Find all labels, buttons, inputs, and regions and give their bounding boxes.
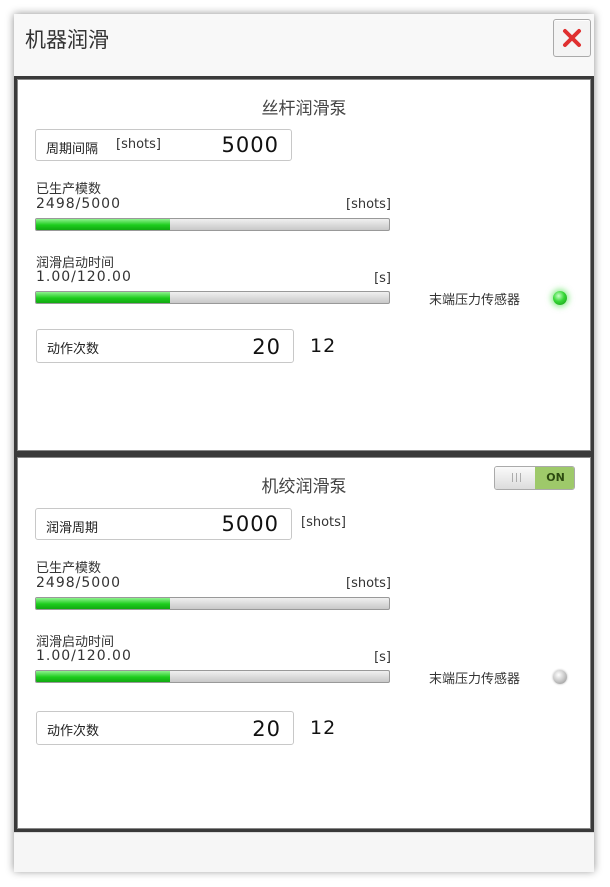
actions-label: 动作次数 <box>47 724 100 739</box>
interval-unit: [shots] <box>301 515 346 530</box>
actions-count: 12 <box>310 335 337 357</box>
lube-time-unit: [s] <box>374 271 391 286</box>
close-button[interactable] <box>553 19 591 57</box>
dialog-footer <box>14 832 594 872</box>
produced-progress-bar <box>35 597 390 610</box>
produced-progress-text: 2498/5000 <box>36 575 121 591</box>
lube-time-progress-bar <box>35 670 390 683</box>
actions-value: 20 <box>252 717 281 741</box>
lube-time-unit: [s] <box>374 650 391 665</box>
pump-enable-toggle[interactable]: ||| ON <box>494 466 575 490</box>
produced-progress-bar <box>35 218 390 231</box>
actions-field[interactable]: 动作次数 20 <box>36 329 294 363</box>
actions-label: 动作次数 <box>47 342 100 357</box>
dialog-title: 机器润滑 <box>25 28 109 52</box>
sensor-indicator-led <box>553 291 567 305</box>
progress-fill <box>36 219 171 230</box>
produced-unit: [shots] <box>346 197 391 212</box>
interval-field[interactable]: 润滑周期 5000 <box>35 508 292 540</box>
dialog-header: 机器润滑 <box>14 14 594 76</box>
close-icon <box>563 29 581 47</box>
lubrication-dialog: 机器润滑 丝杆润滑泵 周期间隔 [shots] 5000 已生产模数 2498/… <box>14 14 594 872</box>
screw-lube-pump-panel: 丝杆润滑泵 周期间隔 [shots] 5000 已生产模数 2498/5000 … <box>14 76 594 454</box>
progress-fill <box>36 598 171 609</box>
actions-value: 20 <box>252 335 281 359</box>
produced-label: 已生产模数 <box>36 561 102 576</box>
grip-icon: ||| <box>511 473 524 483</box>
end-pressure-sensor-label: 末端压力传感器 <box>429 293 521 308</box>
interval-value: 5000 <box>221 512 279 536</box>
lube-time-progress-bar <box>35 291 390 304</box>
produced-label: 已生产模数 <box>36 182 102 197</box>
lube-time-progress-text: 1.00/120.00 <box>36 648 132 664</box>
toggle-off-side: ||| <box>495 467 535 489</box>
panel-title: 丝杆润滑泵 <box>261 99 347 119</box>
produced-unit: [shots] <box>346 576 391 591</box>
interval-unit: [shots] <box>116 137 161 152</box>
lube-time-progress-text: 1.00/120.00 <box>36 269 132 285</box>
hinge-lube-pump-panel: 机绞润滑泵 ||| ON 润滑周期 5000 [shots] 已生产模数 249… <box>14 454 594 832</box>
toggle-on-label: ON <box>535 467 574 489</box>
interval-label: 润滑周期 <box>46 521 99 536</box>
interval-label: 周期间隔 <box>46 142 99 157</box>
sensor-indicator-led <box>553 670 567 684</box>
progress-fill <box>36 292 171 303</box>
produced-progress-text: 2498/5000 <box>36 196 121 212</box>
interval-field[interactable]: 周期间隔 [shots] 5000 <box>35 129 292 161</box>
interval-value: 5000 <box>221 133 279 157</box>
progress-fill <box>36 671 171 682</box>
actions-field[interactable]: 动作次数 20 <box>36 711 294 745</box>
actions-count: 12 <box>310 717 337 739</box>
end-pressure-sensor-label: 末端压力传感器 <box>429 672 521 687</box>
